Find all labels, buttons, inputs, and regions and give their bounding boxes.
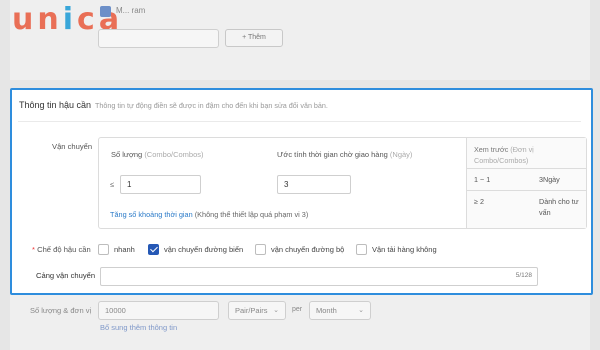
lead-time-header-text: Ước tính thời gian chờ giao hàng: [277, 150, 388, 159]
checkbox-air-freight[interactable]: [356, 244, 367, 255]
logistics-panel: Thông tin hậu cần Thông tin tự động điền…: [10, 88, 593, 295]
preview-panel: Xem trước (Đơn vị Combo/Combos) 1 ~ 1 3N…: [466, 138, 586, 228]
background-checkbox-label: M... ram: [116, 6, 146, 15]
chevron-down-icon: ⌄: [273, 307, 279, 314]
quantity-range-input[interactable]: 1: [120, 175, 201, 194]
shipping-box: Số lượng (Combo/Combos) Ước tính thời gi…: [98, 137, 587, 229]
add-range-note: (Không thể thiết lập quá phạm vi 3): [194, 210, 309, 219]
panel-subtitle: Thông tin tự động điền sẽ được in đậm ch…: [95, 101, 328, 110]
preview-title: Xem trước: [474, 145, 509, 154]
option-express-label: nhanh: [114, 245, 135, 254]
preview-header: Xem trước (Đơn vị Combo/Combos): [474, 144, 582, 166]
quantity-header: Số lượng (Combo/Combos): [111, 150, 204, 159]
divider: [18, 121, 581, 122]
shipping-port-label: Cảng vận chuyển: [36, 271, 96, 280]
background-checkbox[interactable]: [100, 6, 111, 17]
more-info-link[interactable]: Bổ sung thêm thông tin: [100, 323, 177, 332]
lead-time-input[interactable]: 3: [277, 175, 351, 194]
period-select[interactable]: Month ⌄: [309, 301, 371, 320]
lead-time-header-hint: (Ngày): [389, 150, 413, 159]
period-value: Month: [316, 306, 337, 315]
quantity-input[interactable]: 10000: [98, 301, 219, 320]
chevron-down-icon: ⌄: [358, 307, 364, 314]
quantity-header-hint: (Combo/Combos): [144, 150, 204, 159]
checkbox-sea-freight[interactable]: [148, 244, 159, 255]
checkbox-express[interactable]: [98, 244, 109, 255]
logistics-mode-text: Chế độ hậu cần: [37, 245, 91, 254]
checkbox-road-freight[interactable]: [255, 244, 266, 255]
panel-title: Thông tin hậu cần: [19, 100, 92, 110]
preview-divider: [467, 190, 586, 191]
shipping-label: Vận chuyển: [52, 142, 93, 151]
unit-value: Pair/Pairs: [235, 306, 268, 315]
logistics-mode-label: * Chế độ hậu cần: [32, 245, 91, 254]
character-counter: 5/128: [515, 272, 532, 279]
quantity-header-text: Số lượng: [111, 150, 143, 159]
preview-days-2: Dành cho tư vấn: [539, 197, 579, 217]
shipping-port-input[interactable]: 5/128: [100, 267, 538, 286]
background-text-input[interactable]: [98, 29, 219, 48]
preview-divider: [467, 168, 586, 169]
shipping-editor: Số lượng (Combo/Combos) Ước tính thời gi…: [99, 138, 466, 228]
quantity-unit-label: Số lượng & đơn vị: [30, 306, 92, 315]
add-range-link[interactable]: Tăng số khoảng thời gian: [110, 210, 193, 219]
option-air-freight-label: Vận tải hàng không: [372, 245, 437, 254]
background-add-button[interactable]: + Thêm: [225, 29, 283, 47]
required-mark: *: [32, 245, 35, 254]
preview-days-1: 3Ngày: [539, 175, 560, 184]
unit-select[interactable]: Pair/Pairs ⌄: [228, 301, 286, 320]
per-label: per: [292, 306, 303, 313]
option-sea-freight-label: vận chuyển đường biển: [164, 245, 244, 254]
add-range-row: Tăng số khoảng thời gian (Không thể thiế…: [110, 210, 308, 219]
lead-time-header: Ước tính thời gian chờ giao hàng (Ngày): [277, 150, 412, 159]
background-form-bottom: [10, 292, 590, 350]
option-road-freight-label: vận chuyển đường bộ: [271, 245, 345, 254]
preview-range-1: 1 ~ 1: [474, 175, 491, 184]
preview-range-2: ≥ 2: [474, 197, 484, 206]
quantity-value: 10000: [105, 306, 126, 315]
less-equal-symbol: ≤: [110, 180, 115, 189]
